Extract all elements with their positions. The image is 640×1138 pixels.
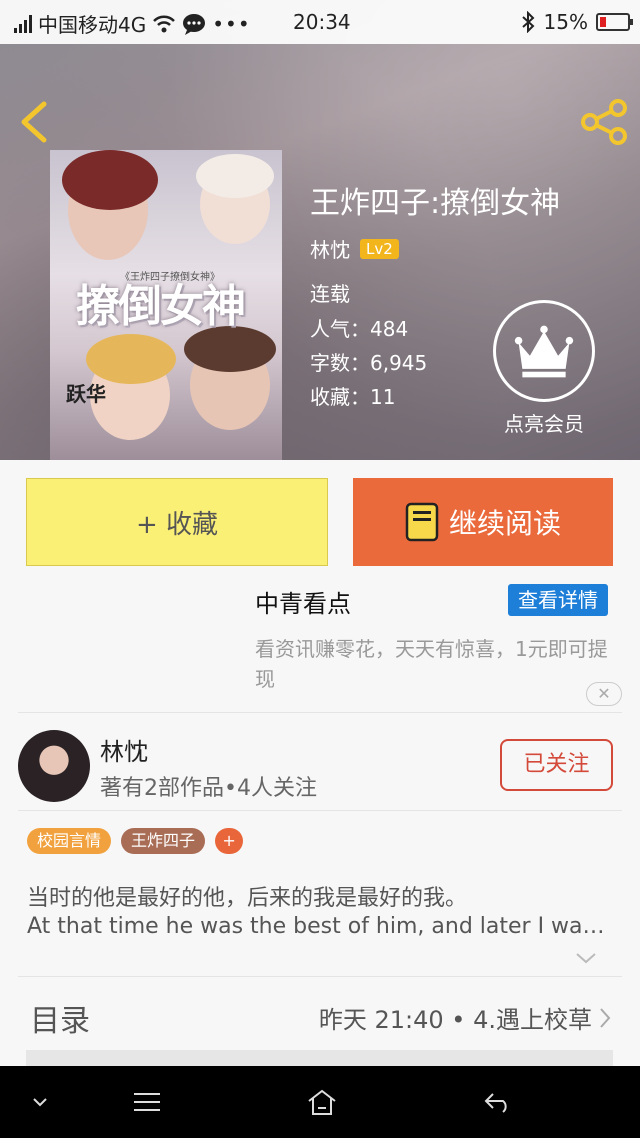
tag-list: 校园言情 王炸四子 + bbox=[27, 828, 244, 854]
author-name[interactable]: 林忱 bbox=[310, 234, 350, 263]
favorite-button[interactable]: + 收藏 bbox=[26, 478, 328, 566]
back-button[interactable] bbox=[14, 100, 54, 144]
book-cover[interactable]: 《王炸四子撩倒女神》 撩倒女神 跃华 bbox=[50, 150, 282, 460]
crown-icon[interactable] bbox=[493, 300, 595, 402]
ad-close-button[interactable]: ✕ bbox=[586, 682, 622, 706]
wifi-icon bbox=[153, 15, 176, 32]
chevron-down-icon[interactable] bbox=[574, 948, 598, 968]
divider bbox=[18, 712, 622, 713]
home-icon bbox=[308, 1089, 336, 1115]
book-popularity: 人气：484 bbox=[310, 317, 409, 341]
continue-reading-button[interactable]: 继续阅读 bbox=[353, 478, 613, 566]
toc-latest-chapter[interactable]: 昨天 21:40 • 4.遇上校草 bbox=[319, 1000, 612, 1035]
book-status: 连载 bbox=[310, 282, 350, 306]
message-icon bbox=[183, 13, 206, 35]
nav-home-button[interactable] bbox=[282, 1066, 362, 1138]
author-avatar[interactable] bbox=[18, 730, 90, 802]
nav-back-button[interactable] bbox=[458, 1066, 538, 1138]
book-favorites: 收藏：11 bbox=[310, 385, 396, 409]
book-icon bbox=[405, 502, 439, 542]
back-arrow-icon bbox=[484, 1093, 507, 1113]
author-card-name[interactable]: 林忱 bbox=[100, 732, 148, 767]
book-word-count: 字数：6,945 bbox=[310, 351, 428, 375]
divider bbox=[18, 810, 622, 811]
system-nav-bar bbox=[0, 1066, 640, 1138]
chevron-down-icon bbox=[33, 1098, 47, 1107]
nav-menu-button[interactable] bbox=[107, 1066, 187, 1138]
tag-campus-romance[interactable]: 校园言情 bbox=[27, 828, 112, 854]
ad-title[interactable]: 中青看点 bbox=[255, 584, 351, 619]
toc-label[interactable]: 目录 bbox=[30, 996, 90, 1040]
tag-series[interactable]: 王炸四子 bbox=[121, 828, 206, 854]
cover-mark: 跃华 bbox=[66, 382, 106, 406]
ad-details-button[interactable]: 查看详情 bbox=[508, 584, 608, 616]
carrier-label: 中国移动4G bbox=[38, 13, 147, 37]
nav-hide-button[interactable] bbox=[0, 1066, 80, 1138]
author-line: 林忱 Lv2 bbox=[310, 234, 399, 263]
menu-icon bbox=[134, 1093, 160, 1111]
clock: 20:34 bbox=[293, 10, 351, 34]
member-label[interactable]: 点亮会员 bbox=[478, 408, 610, 437]
level-badge: Lv2 bbox=[360, 238, 399, 259]
ad-description[interactable]: 看资讯赚零花，天天有惊喜，1元即可提现 bbox=[255, 634, 615, 694]
add-tag-button[interactable]: + bbox=[215, 828, 244, 854]
chevron-right-icon bbox=[600, 1007, 611, 1028]
book-title: 王炸四子:撩倒女神 bbox=[310, 186, 561, 221]
battery-percent: 15% bbox=[543, 10, 588, 34]
author-card-info: 著有2部作品•4人关注 bbox=[100, 776, 317, 801]
favorite-label: + 收藏 bbox=[135, 509, 219, 540]
follow-button[interactable]: 已关注 bbox=[500, 739, 613, 791]
battery-icon bbox=[596, 13, 633, 31]
description-line-2: At that time he was the best of him, and… bbox=[27, 914, 607, 939]
latest-chapter-text: 昨天 21:40 • 4.遇上校草 bbox=[318, 1006, 592, 1034]
divider bbox=[18, 976, 622, 977]
bluetooth-icon bbox=[521, 11, 534, 33]
status-left: 中国移动4G ••• bbox=[14, 9, 251, 38]
signal-icon bbox=[14, 14, 32, 33]
more-icon: ••• bbox=[212, 11, 251, 36]
status-right: 15% bbox=[520, 10, 633, 34]
description-line-1: 当时的他是最好的他，后来的我是最好的我。 bbox=[27, 886, 468, 911]
cover-title: 撩倒女神 bbox=[76, 281, 246, 332]
status-bar: 中国移动4G ••• 20:34 15% bbox=[0, 0, 640, 44]
share-button[interactable] bbox=[580, 98, 628, 146]
read-label: 继续阅读 bbox=[448, 507, 561, 540]
